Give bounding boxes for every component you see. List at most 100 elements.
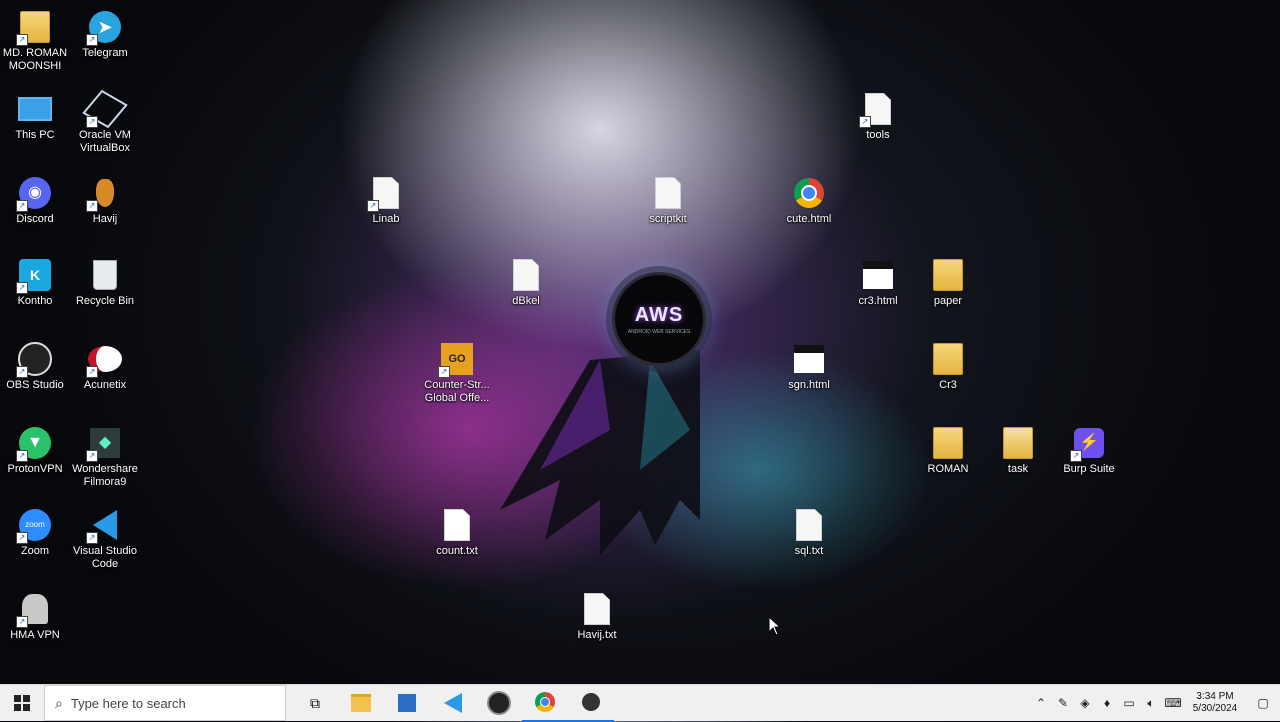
tray-pen-button[interactable]: ✎: [1052, 685, 1074, 721]
taskbar-search-box[interactable]: ⌕ Type here to search: [44, 685, 286, 721]
volume-icon: 🔈︎: [1147, 695, 1155, 710]
desktop-icon-scriptkit[interactable]: scriptkit: [633, 176, 703, 226]
task-view-button[interactable]: ⧉: [292, 685, 338, 721]
desktop-icon-cute-html[interactable]: cute.html: [774, 176, 844, 226]
protonvpn-icon: ▼ ↗: [16, 426, 52, 462]
logo-subtitle: ANDROID WEB SERVICES: [627, 328, 691, 335]
tray-keyboard-button[interactable]: ⌨: [1162, 685, 1184, 721]
icon-label: tools: [866, 129, 890, 141]
desktop-icon-havij[interactable]: ↗ Havij: [70, 176, 140, 226]
icon-label: Havij: [92, 213, 118, 225]
folder-icon: [931, 342, 965, 376]
hma-vpn-icon: ↗: [16, 592, 52, 628]
microphone-icon: ♦: [1103, 696, 1111, 710]
desktop-icon-tools[interactable]: ↗ tools: [843, 92, 913, 142]
desktop-icon-filmora[interactable]: ◆ ↗ Wondershare Filmora9: [70, 426, 140, 489]
desktop-icon-vscode[interactable]: ↗ Visual Studio Code: [70, 508, 140, 571]
desktop-icon-hma-vpn[interactable]: ↗ HMA VPN: [0, 592, 70, 642]
store-icon: [398, 694, 416, 712]
folder-icon: [931, 426, 965, 460]
file-icon: ↗: [859, 92, 895, 128]
icon-label: Telegram: [82, 47, 128, 59]
desktop-icon-recycle-bin[interactable]: Recycle Bin: [70, 258, 140, 308]
icon-label: Cr3: [939, 379, 957, 391]
file-icon: [440, 508, 474, 542]
icon-label: Linab: [372, 213, 400, 225]
vscode-icon: [444, 693, 462, 713]
desktop: AWS ANDROID WEB SERVICES ↗ MD. ROMAN MOO…: [0, 0, 1280, 684]
html-file-icon: [792, 342, 826, 376]
tray-security-button[interactable]: ◈: [1074, 685, 1096, 721]
show-hidden-icons[interactable]: ⌃: [1030, 685, 1052, 721]
zoom-icon: zoom ↗: [16, 508, 52, 544]
taskbar-obs[interactable]: [476, 685, 522, 721]
taskbar-file-explorer[interactable]: [338, 685, 384, 721]
acunetix-icon: ↗: [86, 342, 122, 378]
icon-label: This PC: [15, 129, 55, 141]
taskbar-chrome[interactable]: [522, 684, 568, 722]
icon-label: MD. ROMAN MOONSHI: [2, 47, 68, 72]
icon-label: paper: [933, 295, 963, 307]
icon-label: Kontho: [17, 295, 53, 307]
icon-label: HMA VPN: [10, 629, 60, 641]
folder-icon: [1001, 426, 1035, 460]
tray-network-button[interactable]: ▭: [1118, 685, 1140, 721]
recycle-bin-icon: [88, 258, 122, 292]
desktop-icon-cr3[interactable]: Cr3: [913, 342, 983, 392]
icon-label: Oracle VM VirtualBox: [79, 129, 131, 154]
tray-volume-button[interactable]: 🔈︎: [1140, 685, 1162, 721]
shield-icon: ◈: [1080, 696, 1090, 710]
tray-mic-button[interactable]: ♦: [1096, 685, 1118, 721]
folder-user-icon: ↗: [16, 10, 52, 46]
desktop-icon-acunetix[interactable]: ↗ Acunetix: [70, 342, 140, 392]
notification-icon: ▢: [1257, 696, 1269, 710]
notifications-button[interactable]: ▢: [1246, 685, 1280, 721]
system-tray: ⌃ ✎ ◈ ♦ ▭ 🔈︎ ⌨ 3:34 PM 5/30/2024 ▢: [1030, 685, 1280, 721]
file-icon: [580, 592, 614, 626]
desktop-icon-telegram[interactable]: ➤ ↗ Telegram: [70, 10, 140, 60]
desktop-icon-discord[interactable]: ◉ ↗ Discord: [0, 176, 70, 226]
obs-icon: ↗: [16, 342, 52, 378]
desktop-icon-dbkel[interactable]: dBkel: [491, 258, 561, 308]
taskbar-vscode[interactable]: [430, 685, 476, 721]
desktop-icon-protonvpn[interactable]: ▼ ↗ ProtonVPN: [0, 426, 70, 476]
taskbar-obs-active[interactable]: [568, 684, 614, 722]
icon-label: ProtonVPN: [7, 463, 63, 475]
havij-icon: ↗: [86, 176, 122, 212]
icon-label: Discord: [16, 213, 54, 225]
taskbar-store[interactable]: [384, 685, 430, 721]
desktop-icon-paper[interactable]: paper: [913, 258, 983, 308]
obs-taskbar-icon: [582, 693, 600, 711]
taskbar-clock[interactable]: 3:34 PM 5/30/2024: [1184, 691, 1246, 715]
desktop-icon-burp-suite[interactable]: ⚡ ↗ Burp Suite: [1054, 426, 1124, 476]
desktop-icon-count-txt[interactable]: count.txt: [422, 508, 492, 558]
chevron-up-icon: ⌃: [1035, 696, 1047, 710]
desktop-icon-roman[interactable]: ROMAN: [913, 426, 983, 476]
icon-label: ROMAN: [927, 463, 969, 475]
file-explorer-icon: [351, 694, 371, 712]
desktop-icon-cr3-html[interactable]: cr3.html: [843, 258, 913, 308]
telegram-icon: ➤ ↗: [86, 10, 122, 46]
icon-label: sql.txt: [794, 545, 824, 557]
desktop-icon-sql-txt[interactable]: sql.txt: [774, 508, 844, 558]
logo-text: AWS: [634, 303, 684, 326]
start-button[interactable]: [0, 685, 44, 721]
chrome-icon: [535, 692, 555, 712]
desktop-icon-virtualbox[interactable]: ↗ Oracle VM VirtualBox: [70, 89, 140, 155]
icon-label: OBS Studio: [6, 379, 64, 391]
desktop-icon-havij-txt[interactable]: Havij.txt: [562, 592, 632, 642]
desktop-icon-md-roman-moonshi[interactable]: ↗ MD. ROMAN MOONSHI: [0, 10, 70, 73]
desktop-icon-csgo[interactable]: GO ↗ Counter-Str... Global Offe...: [422, 342, 492, 405]
computer-icon: [18, 92, 52, 126]
windows-logo-icon: [14, 695, 30, 711]
icon-label: Counter-Str... Global Offe...: [424, 379, 490, 404]
desktop-icon-obs-studio[interactable]: ↗ OBS Studio: [0, 342, 70, 392]
desktop-icon-zoom[interactable]: zoom ↗ Zoom: [0, 508, 70, 558]
desktop-icon-linab[interactable]: ↗ Linab: [351, 176, 421, 226]
desktop-icon-task[interactable]: task: [983, 426, 1053, 476]
desktop-icon-sgn-html[interactable]: sgn.html: [774, 342, 844, 392]
desktop-icon-this-pc[interactable]: This PC: [0, 92, 70, 142]
icon-label: scriptkit: [649, 213, 687, 225]
desktop-icon-kontho[interactable]: K ↗ Kontho: [0, 258, 70, 308]
csgo-icon: GO ↗: [438, 342, 474, 378]
